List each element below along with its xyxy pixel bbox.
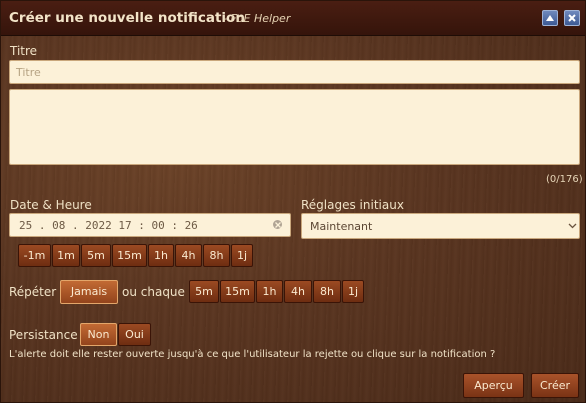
offset-button-1m[interactable]: 1m	[52, 244, 80, 267]
create-button[interactable]: Créer	[531, 373, 579, 398]
initial-settings-select[interactable]: Maintenant	[301, 213, 580, 239]
repeat-label: Répéter	[9, 285, 57, 299]
clear-icon[interactable]	[273, 220, 282, 229]
repeat-never-button[interactable]: Jamais	[60, 280, 118, 304]
notification-dialog: Créer une nouvelle notification - FoE He…	[0, 0, 586, 403]
offset-button-8h[interactable]: 8h	[203, 244, 230, 267]
persistence-description: L'alerte doit elle rester ouverte jusqu'…	[9, 349, 496, 360]
repeat-button-15m[interactable]: 15m	[220, 280, 255, 303]
initial-settings-value: Maintenant	[310, 220, 373, 233]
offset-button-5m[interactable]: 5m	[81, 244, 111, 267]
persistence-yes-button[interactable]: Oui	[118, 323, 151, 346]
title-field-label: Titre	[10, 44, 38, 58]
repeat-button-1j[interactable]: 1j	[342, 280, 364, 303]
preview-button[interactable]: Aperçu	[463, 373, 524, 398]
repeat-button-1h[interactable]: 1h	[256, 280, 283, 303]
initial-settings-label: Réglages initiaux	[301, 198, 404, 212]
dialog-title: Créer une nouvelle notification	[9, 10, 245, 26]
repeat-or-every-label: ou chaque	[122, 285, 185, 299]
triangle-up-icon	[546, 15, 554, 21]
persistence-label: Persistance	[9, 328, 78, 342]
repeat-never-group: Jamais	[60, 280, 119, 304]
offset-button-1h[interactable]: 1h	[148, 244, 174, 267]
chevron-down-icon	[568, 223, 577, 229]
character-counter: (0/176)	[546, 174, 583, 185]
title-input-placeholder: Titre	[16, 66, 41, 79]
repeat-button-8h[interactable]: 8h	[313, 280, 341, 303]
dialog-subtitle: - FoE Helper	[223, 12, 291, 25]
repeat-interval-group: 5m 15m 1h 4h 8h 1j	[189, 280, 365, 303]
offset-button-minus-1m[interactable]: -1m	[18, 244, 51, 267]
persistence-toggle-group: Non Oui	[80, 323, 152, 346]
datetime-value: 25 . 08 . 2022 17 : 00 : 26	[19, 219, 198, 232]
datetime-input[interactable]: 25 . 08 . 2022 17 : 00 : 26	[9, 213, 291, 237]
close-icon	[568, 14, 576, 22]
offset-button-4h[interactable]: 4h	[175, 244, 202, 267]
close-button[interactable]	[564, 10, 580, 26]
offset-button-group: -1m 1m 5m 15m 1h 4h 8h 1j	[18, 244, 254, 267]
datetime-label: Date & Heure	[10, 198, 92, 212]
repeat-button-4h[interactable]: 4h	[284, 280, 312, 303]
message-textarea[interactable]	[9, 89, 580, 165]
offset-button-15m[interactable]: 15m	[112, 244, 147, 267]
persistence-no-button[interactable]: Non	[80, 323, 117, 346]
offset-button-1j[interactable]: 1j	[231, 244, 253, 267]
repeat-button-5m[interactable]: 5m	[189, 280, 219, 303]
dialog-titlebar[interactable]: Créer une nouvelle notification - FoE He…	[1, 1, 585, 36]
minimize-button[interactable]	[542, 10, 558, 26]
title-input[interactable]: Titre	[9, 60, 580, 84]
